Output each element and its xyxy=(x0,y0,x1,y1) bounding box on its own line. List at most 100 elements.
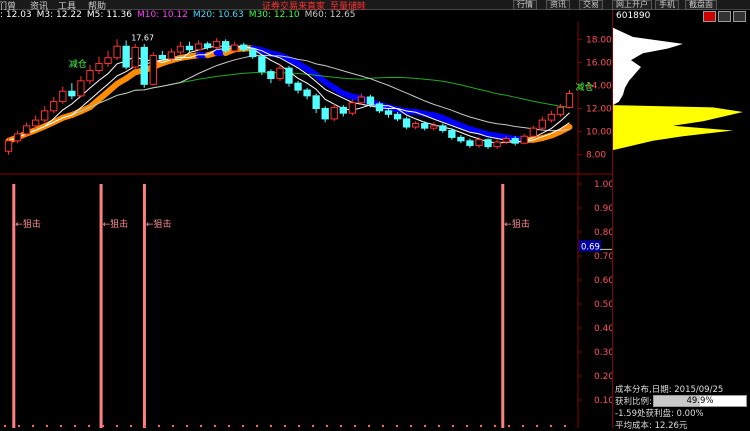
baseline-dot xyxy=(298,425,300,427)
candle-body xyxy=(331,107,337,119)
candle-body xyxy=(141,47,147,84)
baseline-dot xyxy=(452,425,454,427)
baseline-dot xyxy=(214,425,216,427)
kline-chart[interactable]: 18.0016.0014.0012.0010.008.00减仓减仓17.67××… xyxy=(0,22,612,428)
candle-body xyxy=(385,111,391,114)
candle-body xyxy=(69,91,75,96)
baseline-dot xyxy=(564,425,566,427)
cost-profile-above xyxy=(613,28,683,105)
trade-button[interactable]: 交易 xyxy=(579,0,603,10)
cost-profile-below xyxy=(613,105,743,150)
candle-body xyxy=(14,134,20,141)
profit-ratio-label: 获利比例: xyxy=(615,395,652,407)
screenshot-button[interactable]: 截盘面 xyxy=(685,0,717,10)
candle-body xyxy=(304,90,310,96)
ma-legend-item: M10: 10.12 xyxy=(137,10,188,20)
ma-legend-item: M3: 12.22 xyxy=(37,10,82,20)
profit-ratio-bar: 49.9% xyxy=(653,395,747,407)
signal-label: ←狙击 xyxy=(146,218,172,230)
baseline-dot xyxy=(102,425,104,427)
candle-body xyxy=(403,119,409,127)
signal-marker: × xyxy=(206,22,212,23)
candle-body xyxy=(60,91,66,101)
candle-body xyxy=(494,142,500,147)
candle-body xyxy=(33,120,39,126)
candle-body xyxy=(250,50,256,57)
baseline-dot xyxy=(410,425,412,427)
candle-body xyxy=(159,55,165,58)
baseline-dot xyxy=(32,425,34,427)
candle-body xyxy=(349,103,355,113)
baseline-dot xyxy=(424,425,426,427)
baseline-dot xyxy=(200,425,202,427)
panel-toggle-icon[interactable] xyxy=(718,11,731,22)
candle-body xyxy=(123,46,129,67)
baseline-dot xyxy=(60,425,62,427)
panel-menu-icon[interactable] xyxy=(733,11,746,22)
candle-body xyxy=(485,140,491,147)
profit-at-label: -1.59处获利盘: 0.00% xyxy=(615,407,704,419)
candle-body xyxy=(114,46,120,58)
indicator-axis-label: 0.10 xyxy=(594,396,612,406)
baseline-dot xyxy=(382,425,384,427)
candle-body xyxy=(223,42,229,51)
candle-body xyxy=(195,44,201,50)
candle-body xyxy=(376,104,382,111)
quote-button[interactable]: 行情 xyxy=(513,0,537,10)
baseline-dot xyxy=(158,425,160,427)
baseline-dot xyxy=(74,425,76,427)
candle-body xyxy=(42,111,48,120)
candle-body xyxy=(449,130,455,137)
cost-distribution-panel: 601890 成本分布,日期: 2015/09/25 获利比例: 49.9% -… xyxy=(612,10,750,428)
indicator-axis-label: 0.70 xyxy=(594,252,612,262)
baseline-dot xyxy=(130,425,132,427)
signal-marker: × xyxy=(522,22,528,23)
candle-body xyxy=(566,94,572,108)
candle-body xyxy=(548,114,554,120)
baseline-dot xyxy=(312,425,314,427)
indicator-axis-label: 0.30 xyxy=(594,348,612,358)
news-button[interactable]: 资讯 xyxy=(546,0,570,10)
top-menu-bar: 们曾 资讯 工具 帮助 证券交易来直家 至量储畦 行情 资讯 交易 网上开户 手… xyxy=(0,0,750,10)
signal-marker: × xyxy=(25,22,31,23)
candle-body xyxy=(458,137,464,140)
candle-body xyxy=(557,107,563,114)
baseline-dot xyxy=(284,425,286,427)
baseline-dot xyxy=(256,425,258,427)
indicator-axis-label: 0.40 xyxy=(594,324,612,334)
candle-body xyxy=(186,46,192,49)
baseline-dot xyxy=(396,425,398,427)
baseline-dot xyxy=(550,425,552,427)
online-account-button[interactable]: 网上开户 xyxy=(612,0,652,10)
candle-body xyxy=(286,68,292,83)
candle-body xyxy=(51,102,57,111)
candle-body xyxy=(268,72,274,79)
baseline-dot xyxy=(508,425,510,427)
stock-code: 601890 xyxy=(616,11,650,21)
mobile-button[interactable]: 手机 xyxy=(655,0,679,10)
baseline-dot xyxy=(172,425,174,427)
candle-body xyxy=(530,128,536,136)
indicator-axis-label: 0.20 xyxy=(594,372,612,382)
baseline-dot xyxy=(466,425,468,427)
avg-cost-label: 平均成本: 12.26元 xyxy=(615,419,687,431)
candle-body xyxy=(295,83,301,90)
baseline-dot xyxy=(522,425,524,427)
signal-marker: × xyxy=(468,22,474,23)
indicator-axis-label: 1.00 xyxy=(594,180,612,190)
candle-body xyxy=(177,46,183,52)
baseline-dot xyxy=(480,425,482,427)
baseline-dot xyxy=(536,425,538,427)
baseline-dot xyxy=(242,425,244,427)
baseline-dot xyxy=(368,425,370,427)
baseline-dot xyxy=(144,425,146,427)
candle-body xyxy=(259,57,265,72)
candle-body xyxy=(467,141,473,146)
candle-body xyxy=(394,114,400,119)
baseline-dot xyxy=(340,425,342,427)
candle-body xyxy=(422,124,428,129)
price-axis-label: 16.00 xyxy=(586,58,612,68)
candle-body xyxy=(23,126,29,134)
signal-label: ←狙击 xyxy=(103,218,129,230)
flag-icon[interactable] xyxy=(703,11,716,22)
